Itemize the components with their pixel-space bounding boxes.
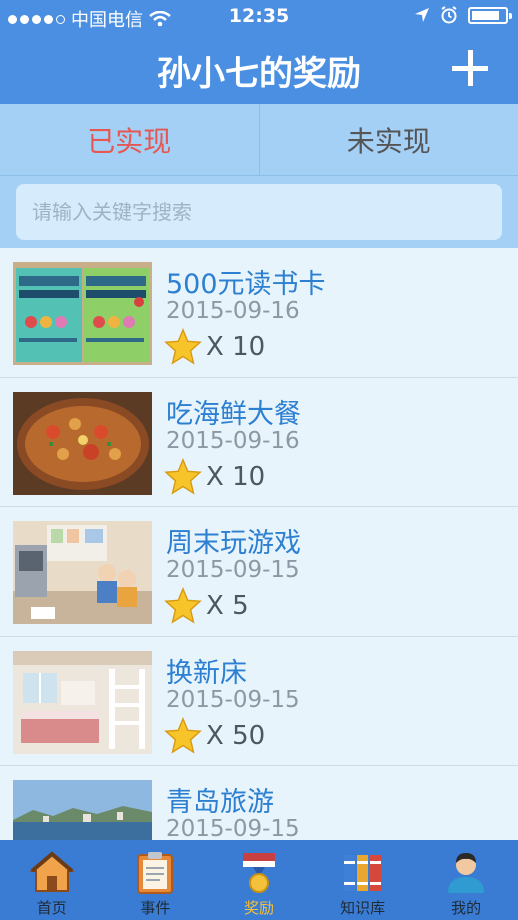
star-icon: [164, 328, 202, 365]
tabbar-label: 事件: [140, 899, 171, 917]
points-value: X 50: [206, 720, 266, 751]
reward-thumbnail-bed: [13, 650, 152, 754]
reward-date: 2015-09-15: [166, 686, 300, 713]
bottom-tab-bar: 首页 事件 奖励 知识库 我的: [0, 840, 518, 920]
star-icon: [164, 457, 202, 495]
reward-points: X 50: [164, 716, 266, 755]
points-value: X 10: [206, 461, 266, 492]
reward-title: 500元读书卡: [166, 269, 326, 300]
tab-not-achieved[interactable]: 未实现: [258, 104, 518, 175]
tabbar-label: 知识库: [340, 899, 386, 917]
tabbar-item-knowledge[interactable]: 知识库: [311, 840, 415, 920]
reward-date: 2015-09-15: [166, 816, 300, 840]
books-icon: [343, 855, 381, 891]
reward-points: X 10: [164, 457, 266, 496]
medal-icon: [242, 853, 275, 893]
tabbar-item-mine[interactable]: 我的: [414, 840, 518, 920]
list-item[interactable]: 青岛旅游 2015-09-15: [0, 766, 518, 840]
tabbar-item-rewards[interactable]: 奖励: [207, 840, 311, 920]
reward-thumbnail-seafood: [13, 391, 152, 495]
person-icon: [448, 853, 485, 893]
reward-title: 换新床: [166, 657, 247, 689]
tabbar-label: 首页: [36, 899, 67, 917]
alarm-clock-icon: [441, 6, 457, 24]
reward-points: X 5: [164, 587, 249, 625]
tabbar-item-events[interactable]: 事件: [104, 840, 208, 920]
page-title: 孙小七的奖励: [157, 54, 361, 94]
tabbar-label: 我的: [451, 899, 482, 917]
reward-date: 2015-09-15: [166, 557, 300, 583]
reward-points: X 10: [164, 328, 265, 366]
add-reward-button[interactable]: [450, 48, 490, 88]
points-value: X 5: [206, 591, 249, 621]
list-item[interactable]: 吃海鲜大餐 2015-09-16 X 10: [0, 377, 518, 507]
tabbar-item-home[interactable]: 首页: [0, 840, 104, 920]
clipboard-icon: [137, 852, 174, 894]
reward-list: 500元读书卡 2015-09-16 X 10 吃海鲜大餐 2015-09-16…: [0, 248, 518, 840]
list-item[interactable]: 500元读书卡 2015-09-16 X 10: [0, 248, 518, 378]
tab-achieved[interactable]: 已实现: [0, 104, 259, 175]
location-arrow-icon: [415, 8, 429, 22]
list-item[interactable]: 周末玩游戏 2015-09-15 X 5: [0, 507, 518, 637]
status-bar: 中国电信 12:35: [0, 0, 518, 34]
reward-title: 吃海鲜大餐: [166, 398, 301, 430]
reward-thumbnail-qingdao: [13, 780, 152, 840]
reward-title: 青岛旅游: [166, 787, 274, 818]
status-right: [414, 6, 512, 24]
house-icon: [29, 851, 75, 892]
tabbar-label: 奖励: [243, 899, 274, 917]
star-icon: [164, 587, 202, 624]
battery-icon: [468, 6, 512, 24]
reward-thumbnail-books: [13, 262, 152, 365]
navigation-bar: 孙小七的奖励: [0, 34, 518, 104]
reward-title: 周末玩游戏: [166, 528, 301, 559]
reward-thumbnail-games: [13, 521, 152, 624]
search-input[interactable]: [16, 184, 502, 240]
points-value: X 10: [206, 332, 266, 362]
segmented-tabs: 已实现 未实现: [0, 104, 518, 176]
battery-level: [472, 10, 500, 20]
reward-date: 2015-09-16: [166, 427, 300, 454]
search-bar: [0, 176, 518, 248]
star-icon: [164, 716, 202, 754]
reward-date: 2015-09-16: [166, 298, 300, 324]
list-item[interactable]: 换新床 2015-09-15 X 50: [0, 636, 518, 766]
